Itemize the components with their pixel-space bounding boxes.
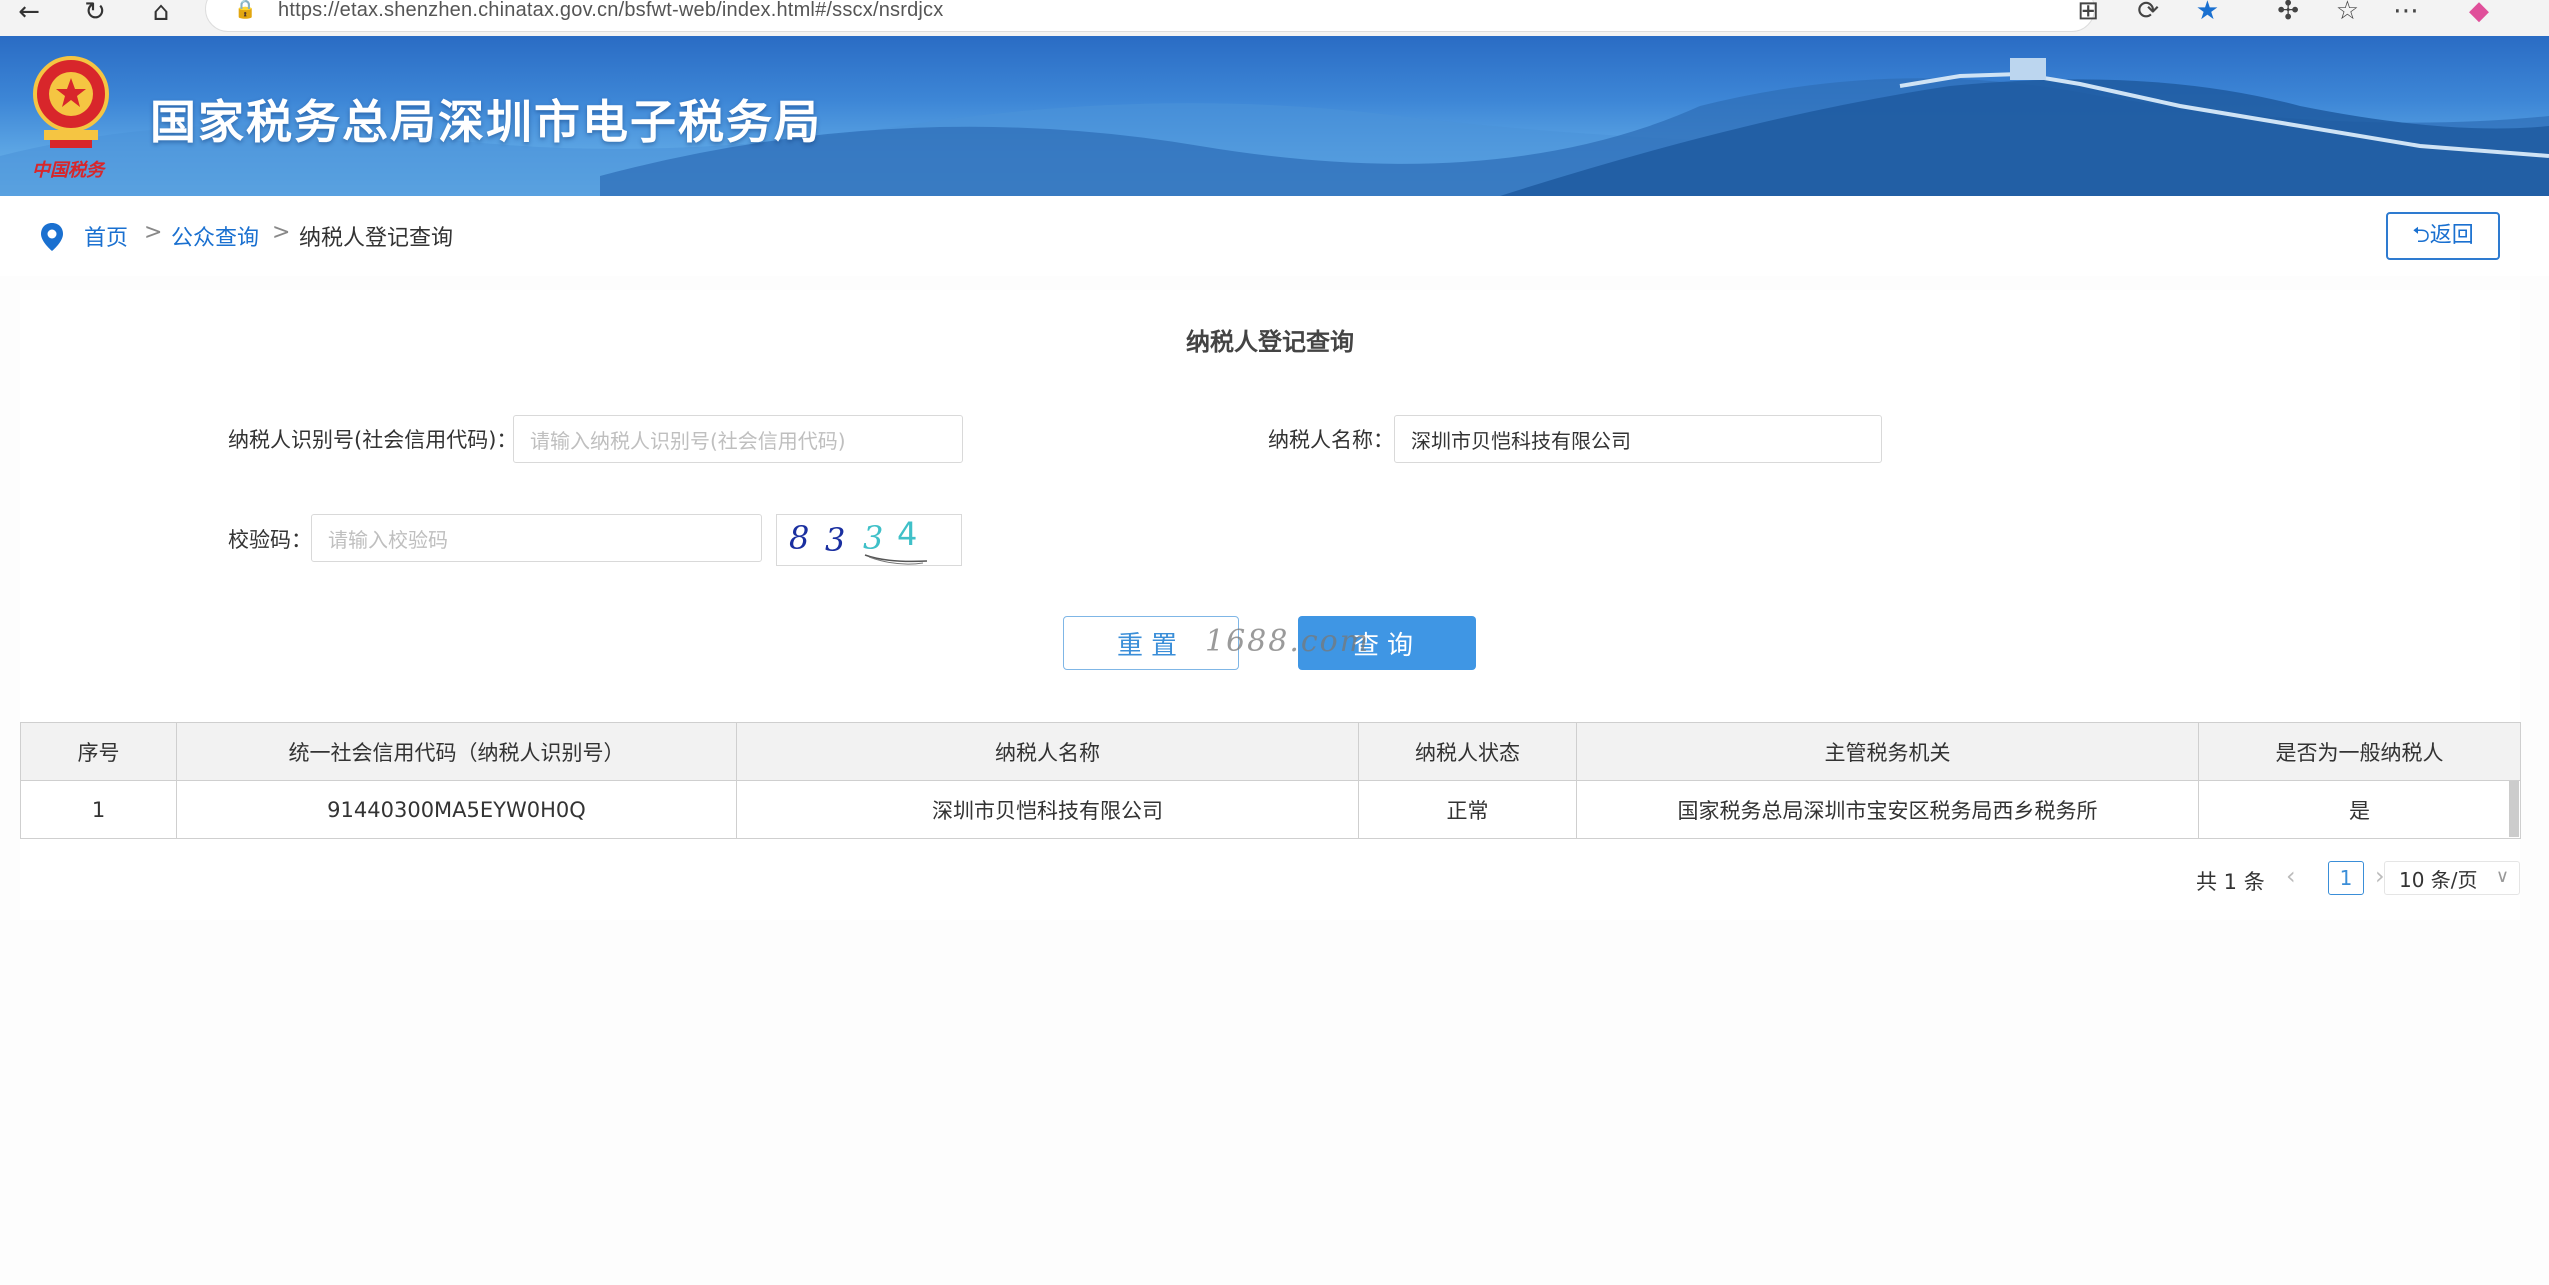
tax-emblem-icon [33, 56, 109, 148]
back-button[interactable]: ⮌返回 [2386, 212, 2500, 260]
taxpayer-id-label: 纳税人识别号(社会信用代码)： [228, 428, 518, 452]
watermark: 1688.com [1205, 624, 1371, 659]
svg-text:8: 8 [789, 519, 809, 557]
favorites-icon[interactable]: ☆ [2336, 0, 2359, 26]
query-panel: 纳税人登记查询 纳税人识别号(社会信用代码)： 请输入纳税人识别号(社会信用代码… [20, 290, 2521, 920]
refresh-icon[interactable]: ↻ [80, 0, 110, 25]
apps-icon[interactable]: ⊞ [2077, 0, 2099, 26]
results-table: 序号 统一社会信用代码（纳税人识别号） 纳税人名称 纳税人状态 主管税务机关 是… [20, 722, 2521, 839]
col-header-index: 序号 [20, 722, 177, 781]
star-icon[interactable]: ★ [2196, 0, 2219, 26]
sync-icon[interactable]: ⟳ [2137, 0, 2159, 26]
breadcrumb-current: 纳税人登记查询 [299, 226, 454, 251]
captcha-input[interactable]: 请输入校验码 [311, 514, 762, 562]
page-size-select[interactable]: 10 条/页 ∨ [2384, 861, 2520, 895]
site-banner: 中国税务 国家税务总局深圳市电子税务局 [0, 36, 2549, 196]
cell-credit-code: 91440300MA5EYW0H0Q [176, 780, 737, 839]
col-header-taxpayer-name: 纳税人名称 [736, 722, 1359, 781]
cell-index: 1 [20, 780, 177, 839]
back-arrow-icon[interactable]: ← [14, 0, 44, 25]
breadcrumb-public-query[interactable]: 公众查询 [171, 220, 259, 252]
table-scrollbar[interactable] [2509, 781, 2519, 837]
location-pin-icon [41, 223, 63, 251]
breadcrumb: 首页 > 公众查询 > 纳税人登记查询 ⮌返回 [0, 196, 2549, 276]
prev-page-icon[interactable]: ‹ [2286, 862, 2296, 890]
captcha-graphic: 8 3 3 4 [789, 515, 928, 565]
breadcrumb-separator: > [144, 220, 163, 245]
home-icon[interactable]: ⌂ [146, 0, 176, 25]
table-row[interactable]: 1 91440300MA5EYW0H0Q 深圳市贝恺科技有限公司 正常 国家税务… [20, 780, 2521, 839]
captcha-image[interactable]: 8 3 3 4 [776, 514, 962, 566]
cell-tax-authority: 国家税务总局深圳市宝安区税务局西乡税务所 [1576, 780, 2199, 839]
form-title: 纳税人登记查询 [1186, 328, 1354, 356]
breadcrumb-home[interactable]: 首页 [84, 220, 128, 252]
col-header-credit-code: 统一社会信用代码（纳税人识别号） [176, 722, 737, 781]
chevron-down-icon: ∨ [2495, 866, 2509, 887]
breadcrumb-separator: > [272, 220, 291, 245]
page-number-button[interactable]: 1 [2328, 861, 2364, 895]
captcha-label: 校验码： [228, 528, 312, 552]
more-icon[interactable]: ⋯ [2393, 0, 2419, 26]
table-header-row: 序号 统一社会信用代码（纳税人识别号） 纳税人名称 纳税人状态 主管税务机关 是… [20, 722, 2521, 781]
lock-icon[interactable]: 🔒 [234, 0, 256, 20]
taxpayer-id-input[interactable]: 请输入纳税人识别号(社会信用代码) [513, 415, 963, 463]
browser-toolbar: ← ↻ ⌂ 🔒 https://etax.shenzhen.chinatax.g… [0, 0, 2549, 36]
cell-taxpayer-name: 深圳市贝恺科技有限公司 [736, 780, 1359, 839]
taxpayer-name-input[interactable]: 深圳市贝恺科技有限公司 [1394, 415, 1882, 463]
col-header-general-taxpayer: 是否为一般纳税人 [2198, 722, 2521, 781]
site-title: 国家税务总局深圳市电子税务局 [150, 95, 822, 149]
taxpayer-name-label: 纳税人名称： [1268, 428, 1394, 452]
address-bar[interactable]: 🔒 https://etax.shenzhen.chinatax.gov.cn/… [205, 0, 2095, 32]
col-header-status: 纳税人状态 [1358, 722, 1577, 781]
cell-status: 正常 [1358, 780, 1577, 839]
extensions-icon[interactable]: ✣ [2277, 0, 2299, 26]
svg-text:4: 4 [897, 515, 917, 553]
page-size-value: 10 条/页 [2399, 867, 2478, 892]
copilot-icon[interactable]: ◆ [2469, 0, 2489, 26]
col-header-tax-authority: 主管税务机关 [1576, 722, 2199, 781]
emblem-signature: 中国税务 [32, 160, 104, 181]
pagination-total: 共 1 条 [2196, 870, 2265, 894]
address-url[interactable]: https://etax.shenzhen.chinatax.gov.cn/bs… [278, 0, 943, 22]
cell-general-taxpayer: 是 [2198, 780, 2521, 839]
svg-text:3: 3 [825, 521, 845, 559]
svg-text:3: 3 [863, 519, 883, 557]
